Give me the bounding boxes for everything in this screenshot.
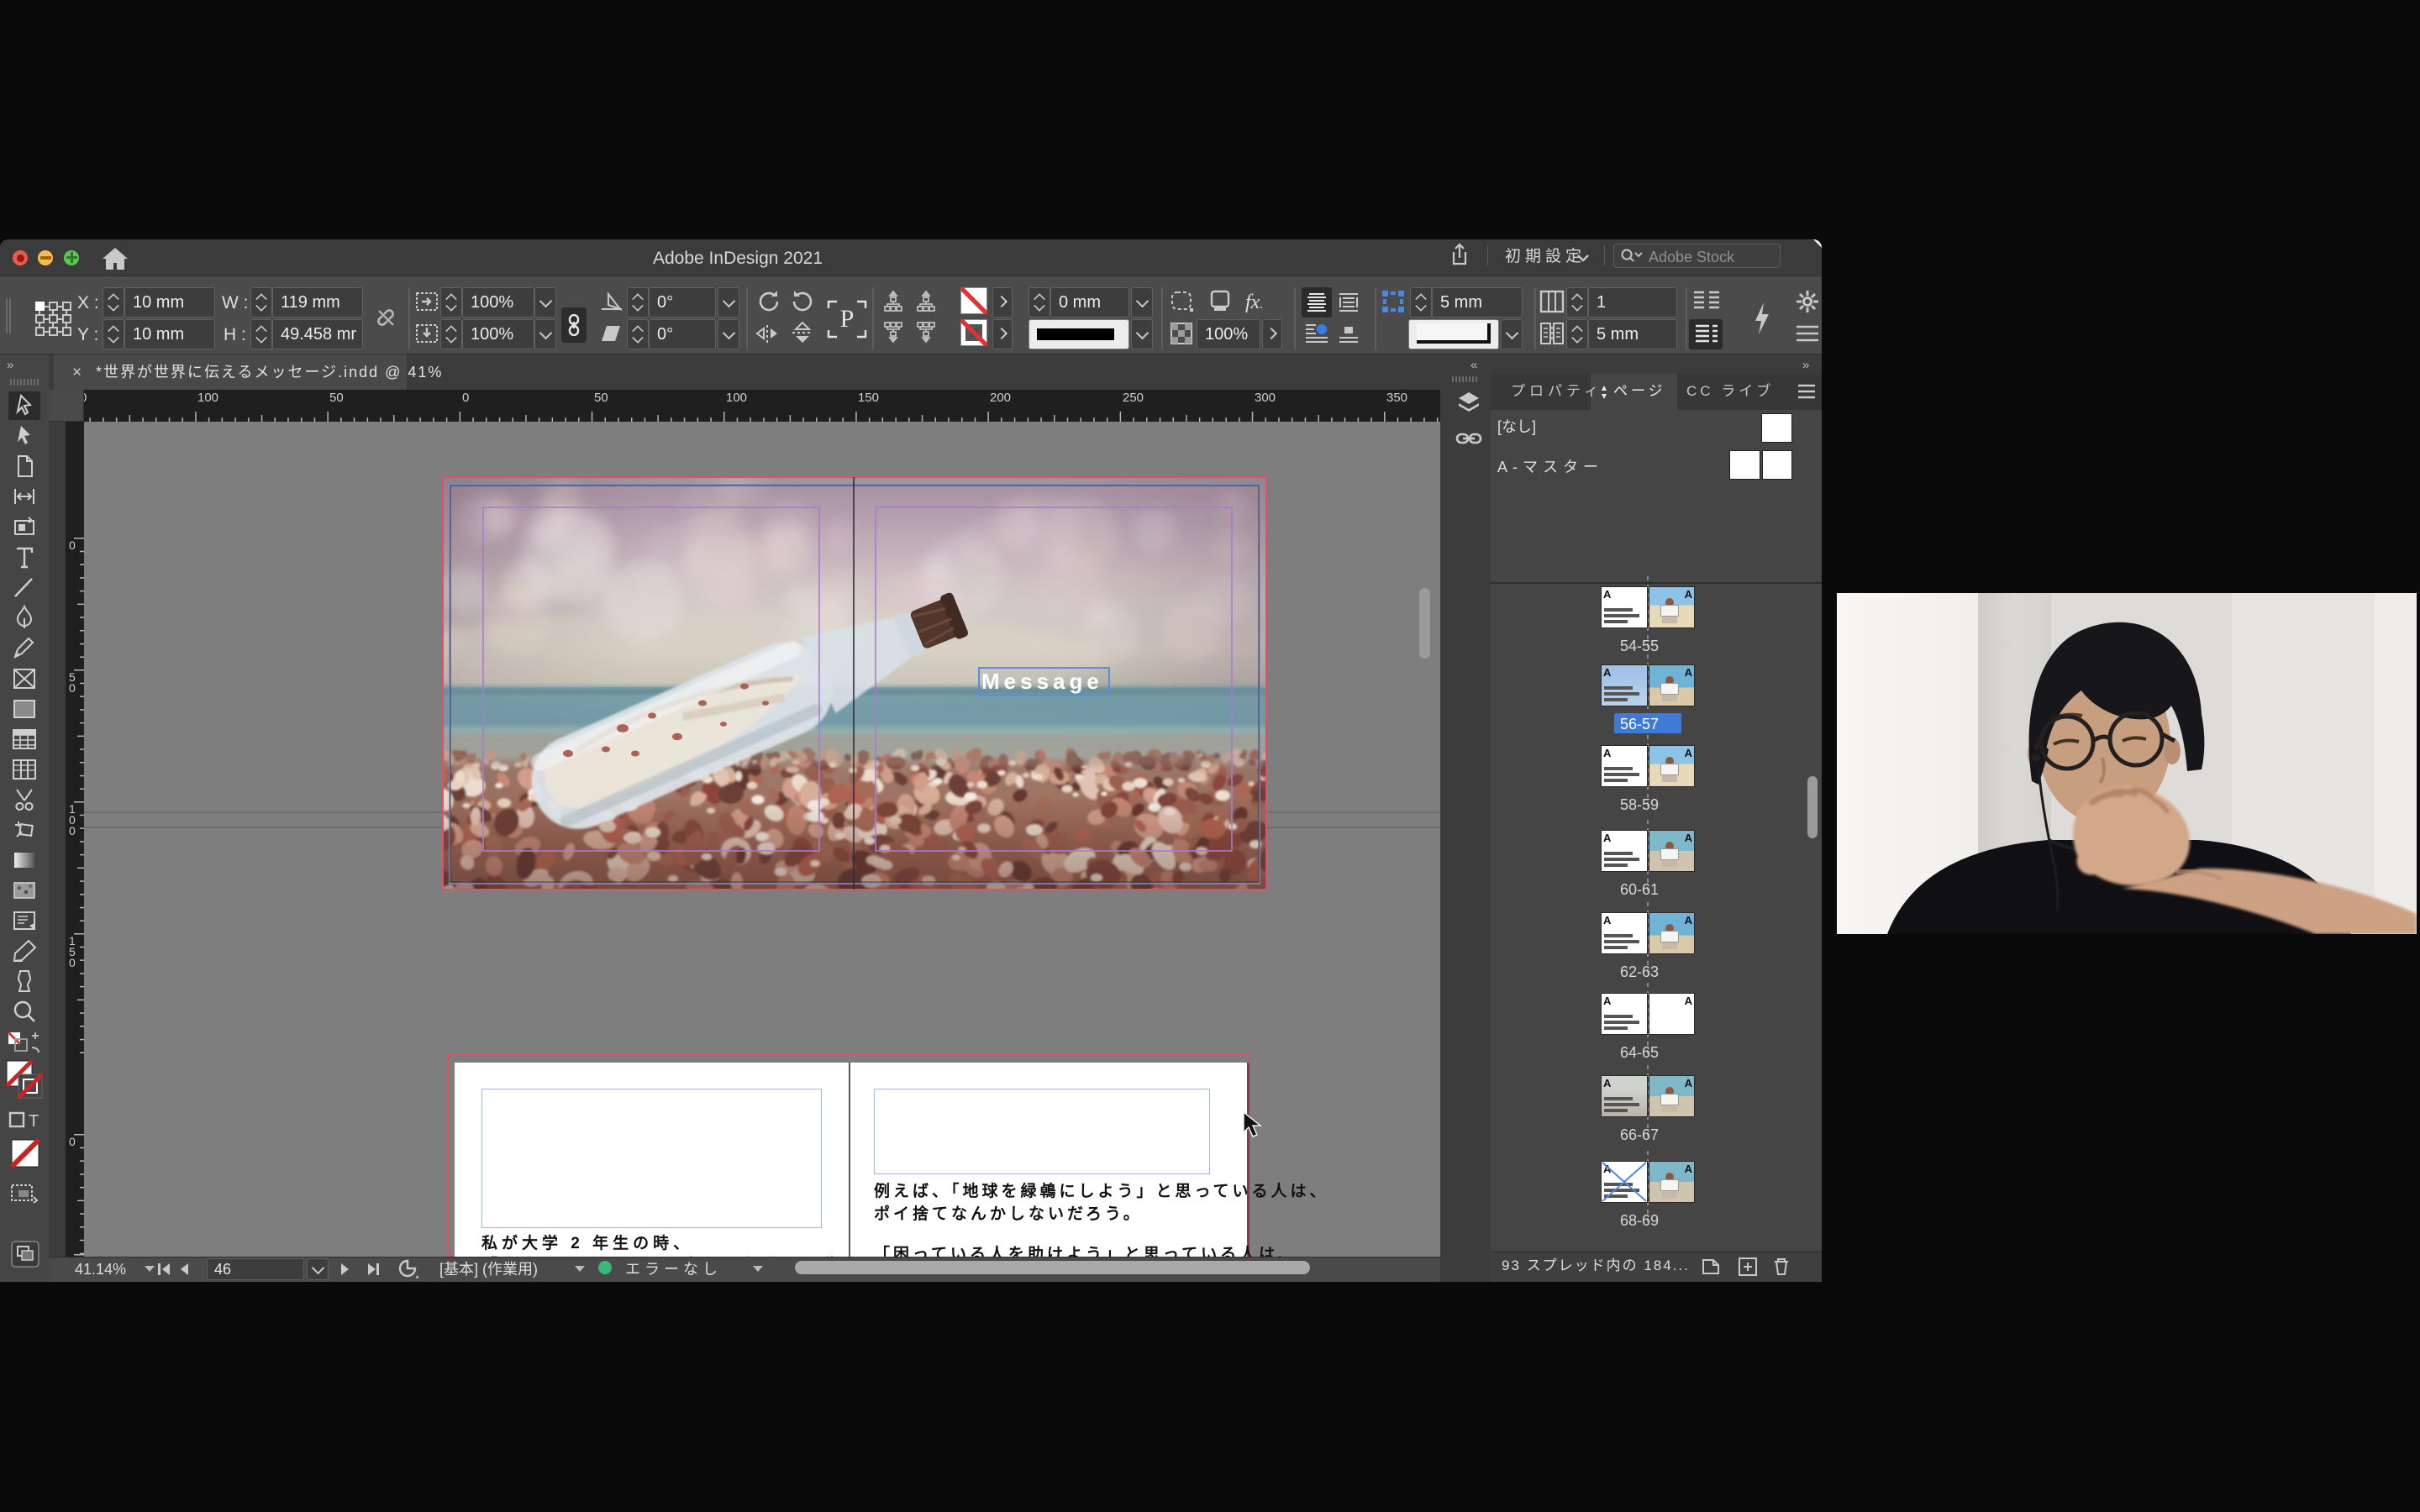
svg-text:0: 0 xyxy=(462,391,469,405)
svg-text:0: 0 xyxy=(69,956,76,969)
svg-text:50: 50 xyxy=(329,391,344,405)
svg-text:250: 250 xyxy=(1123,391,1144,405)
svg-text:0: 0 xyxy=(69,824,76,837)
svg-text:0: 0 xyxy=(69,538,76,552)
svg-text:200: 200 xyxy=(990,391,1011,405)
svg-text:300: 300 xyxy=(1255,391,1276,405)
svg-text:350: 350 xyxy=(1386,391,1407,405)
svg-text:150: 150 xyxy=(858,391,879,405)
svg-text:P: P xyxy=(840,305,855,333)
svg-text:100: 100 xyxy=(197,391,218,405)
svg-text:50: 50 xyxy=(594,391,608,405)
svg-text:0: 0 xyxy=(84,391,87,405)
svg-text:100: 100 xyxy=(726,391,747,405)
svg-text:T: T xyxy=(29,1112,39,1131)
svg-text:0: 0 xyxy=(69,1135,76,1148)
svg-text:0: 0 xyxy=(69,681,76,695)
